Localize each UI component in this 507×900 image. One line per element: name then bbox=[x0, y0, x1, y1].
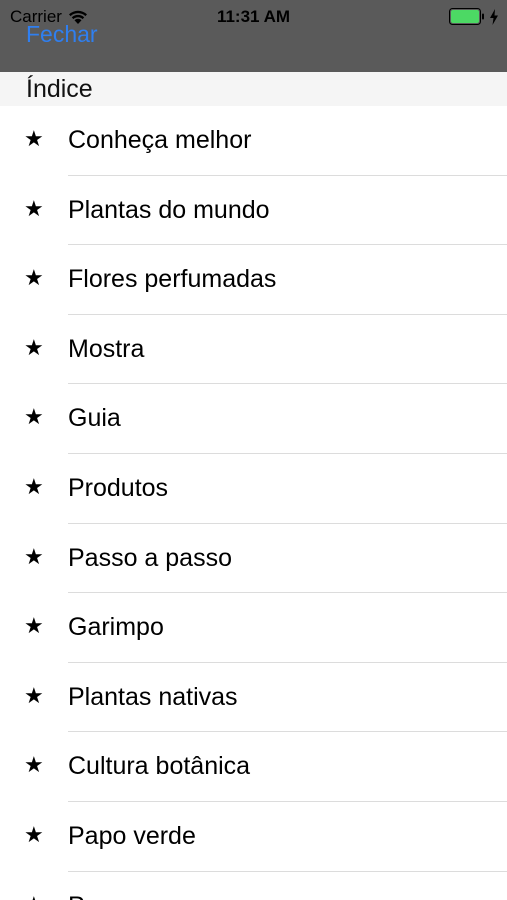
star-icon: ★ bbox=[24, 752, 44, 778]
star-icon: ★ bbox=[24, 334, 44, 360]
menu-item-label: Produtos bbox=[68, 473, 169, 502]
menu-item[interactable]: ★ Conheça melhor bbox=[0, 106, 507, 176]
charging-bolt-icon bbox=[490, 8, 498, 25]
menu-item[interactable]: ★ Flores perfumadas bbox=[0, 245, 507, 315]
menu-item[interactable]: ★ Produtos bbox=[0, 454, 507, 524]
menu-item-label: Flores perfumadas bbox=[68, 265, 277, 294]
section-title: Índice bbox=[26, 75, 93, 103]
menu-item-label: Papo verde bbox=[68, 821, 196, 850]
star-icon: ★ bbox=[24, 473, 44, 499]
menu-item-label: Plantas nativas bbox=[68, 682, 238, 711]
menu-item-label: Garimpo bbox=[68, 613, 164, 642]
star-icon: ★ bbox=[24, 682, 44, 708]
menu-item[interactable]: ★ Mostra bbox=[0, 315, 507, 385]
menu-item-label: Guia bbox=[68, 404, 121, 433]
menu-item[interactable]: ★ Plantas nativas bbox=[0, 663, 507, 733]
menu-item[interactable]: ★ Passo a passo bbox=[0, 524, 507, 594]
battery-indicator bbox=[449, 8, 499, 25]
menu-item[interactable]: ★ Guia bbox=[0, 384, 507, 454]
menu-item[interactable]: ★ Garimpo bbox=[0, 593, 507, 663]
star-icon: ★ bbox=[24, 126, 44, 151]
menu-item-label: Mostra bbox=[68, 334, 145, 363]
menu-item[interactable]: ★ Papo verde bbox=[0, 802, 507, 872]
section-header: Índice bbox=[0, 72, 507, 106]
menu-item[interactable]: ★ Cultura botânica bbox=[0, 732, 507, 802]
menu-item[interactable]: ★ Pa... bbox=[0, 872, 507, 900]
star-icon: ★ bbox=[24, 893, 44, 900]
star-icon: ★ bbox=[24, 821, 44, 847]
top-bar: Carrier 11:31 AM Fechar bbox=[0, 0, 507, 72]
screen: Carrier 11:31 AM Fechar Índice ★ Conheça… bbox=[0, 0, 507, 900]
menu-item[interactable]: ★ Plantas do mundo bbox=[0, 176, 507, 246]
menu-item-label: Pa... bbox=[68, 892, 119, 900]
menu-list: ★ Conheça melhor ★ Plantas do mundo ★ Fl… bbox=[0, 106, 507, 900]
star-icon: ★ bbox=[24, 265, 44, 291]
menu-item-label: Passo a passo bbox=[68, 543, 232, 572]
star-icon: ★ bbox=[24, 543, 44, 569]
close-button[interactable]: Fechar bbox=[26, 21, 98, 48]
menu-item-label: Conheça melhor bbox=[68, 126, 252, 154]
star-icon: ★ bbox=[24, 195, 44, 221]
menu-item-label: Plantas do mundo bbox=[68, 195, 270, 224]
menu-item-label: Cultura botânica bbox=[68, 752, 251, 781]
star-icon: ★ bbox=[24, 613, 44, 639]
star-icon: ★ bbox=[24, 404, 44, 430]
battery-icon bbox=[449, 8, 484, 25]
